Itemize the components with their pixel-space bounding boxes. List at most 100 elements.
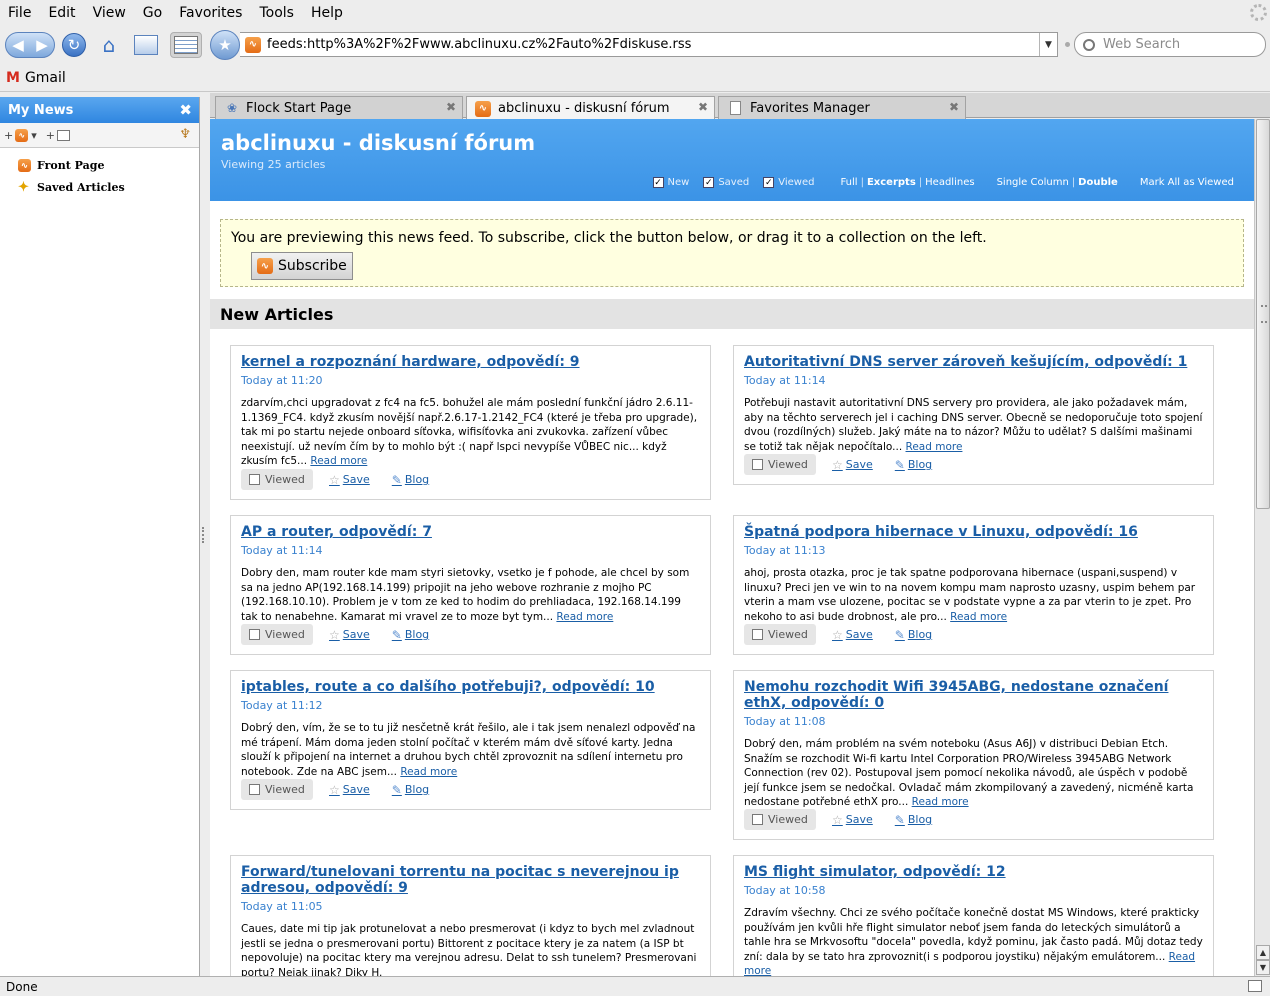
add-feed-button[interactable]: + ∿ ▾ bbox=[4, 128, 37, 142]
web-search-box[interactable] bbox=[1074, 32, 1266, 57]
address-bar[interactable]: ∿ feeds:http%3A%2F%2Fwww.abclinuxu.cz%2F… bbox=[240, 32, 1058, 57]
filter-saved[interactable]: ✓ Saved bbox=[703, 177, 749, 188]
article-title[interactable]: iptables, route a co dalšího potřebuji?,… bbox=[241, 679, 700, 695]
save-link[interactable]: ☆ Save bbox=[329, 473, 370, 487]
menu-favorites[interactable]: Favorites bbox=[174, 5, 247, 21]
bookmark-gmail[interactable]: Gmail bbox=[25, 70, 66, 86]
sidebar-tools-icon[interactable]: ♆ bbox=[179, 127, 191, 142]
blog-link[interactable]: ✎ Blog bbox=[895, 813, 932, 827]
read-more-link[interactable]: Read more bbox=[310, 455, 367, 467]
web-clipboard-button[interactable] bbox=[170, 32, 202, 58]
search-input[interactable] bbox=[1103, 37, 1263, 52]
article-title[interactable]: Nemohu rozchodit Wifi 3945ABG, nedostane… bbox=[744, 679, 1203, 711]
back-arrow-icon[interactable]: ◀ bbox=[12, 36, 24, 54]
subscribe-button[interactable]: ∿ Subscribe bbox=[251, 252, 353, 280]
scroll-thumb[interactable] bbox=[1256, 119, 1270, 509]
viewed-toggle[interactable]: Viewed bbox=[744, 624, 816, 645]
tab-flock-start-page[interactable]: ❀ Flock Start Page ✖ bbox=[215, 96, 463, 119]
article-excerpt-text: Dobry den, mam router kde mam styri siet… bbox=[241, 567, 690, 623]
article-time: Today at 11:05 bbox=[241, 900, 323, 913]
blog-link[interactable]: ✎ Blog bbox=[392, 628, 429, 642]
save-link[interactable]: ☆ Save bbox=[832, 813, 873, 827]
add-folder-button[interactable]: + bbox=[46, 129, 70, 142]
article-title[interactable]: kernel a rozpoznání hardware, odpovědí: … bbox=[241, 354, 700, 370]
url-input[interactable]: feeds:http%3A%2F%2Fwww.abclinuxu.cz%2Fau… bbox=[267, 37, 691, 52]
sidebar-splitter[interactable] bbox=[200, 97, 210, 976]
feed-icon[interactable]: ∿ bbox=[245, 36, 261, 53]
checkbox-icon[interactable] bbox=[249, 474, 260, 485]
reload-button[interactable]: ↻ bbox=[60, 32, 88, 58]
checkbox-icon[interactable]: ✓ bbox=[763, 177, 775, 188]
feed-icon: ∿ bbox=[475, 100, 491, 117]
checkbox-icon[interactable] bbox=[249, 784, 260, 795]
scroll-down-icon[interactable]: ▼ bbox=[1256, 960, 1270, 975]
filter-viewed[interactable]: ✓ Viewed bbox=[763, 177, 814, 188]
save-link[interactable]: ☆ Save bbox=[832, 458, 873, 472]
mark-all-viewed-link[interactable]: Mark All as Viewed bbox=[1140, 177, 1234, 188]
viewed-toggle[interactable]: Viewed bbox=[241, 469, 313, 490]
blog-link[interactable]: ✎ Blog bbox=[392, 783, 429, 797]
close-icon[interactable]: ✖ bbox=[949, 100, 959, 114]
read-more-link[interactable]: Read more bbox=[556, 611, 613, 623]
single-column-link[interactable]: Single Column bbox=[997, 177, 1069, 188]
grip-icon[interactable] bbox=[202, 527, 207, 543]
menu-file[interactable]: File bbox=[3, 5, 36, 21]
close-icon[interactable]: ✖ bbox=[698, 100, 708, 114]
save-label: Save bbox=[342, 628, 370, 641]
tab-abclinuxu[interactable]: ∿ abclinuxu - diskusní fórum ✖ bbox=[466, 96, 715, 120]
view-headlines-link[interactable]: Headlines bbox=[925, 177, 974, 188]
menu-tools[interactable]: Tools bbox=[254, 5, 299, 21]
article-title[interactable]: Forward/tunelovani torrentu na pocitac s… bbox=[241, 864, 700, 896]
search-icon[interactable] bbox=[1083, 38, 1095, 51]
close-icon[interactable]: ✖ bbox=[179, 101, 192, 119]
article-title[interactable]: AP a router, odpovědí: 7 bbox=[241, 524, 700, 540]
checkbox-icon[interactable]: ✓ bbox=[703, 177, 715, 188]
menu-edit[interactable]: Edit bbox=[43, 5, 80, 21]
close-icon[interactable]: ✖ bbox=[446, 100, 456, 114]
vertical-scrollbar[interactable]: ▲ ▼ bbox=[1254, 119, 1270, 976]
checkbox-icon[interactable] bbox=[752, 629, 763, 640]
viewed-toggle[interactable]: Viewed bbox=[744, 809, 816, 830]
menu-view[interactable]: View bbox=[88, 5, 131, 21]
save-link[interactable]: ☆ Save bbox=[329, 783, 370, 797]
view-mode-group: Full | Excerpts | Headlines bbox=[840, 177, 974, 188]
scroll-up-icon[interactable]: ▲ bbox=[1256, 945, 1270, 960]
star-icon: ★ bbox=[218, 36, 232, 54]
section-heading: New Articles bbox=[210, 299, 1254, 329]
url-dropdown-icon[interactable]: ▼ bbox=[1039, 33, 1057, 56]
viewed-toggle[interactable]: Viewed bbox=[744, 454, 816, 475]
read-more-link[interactable]: Read more bbox=[906, 441, 963, 453]
blog-link[interactable]: ✎ Blog bbox=[895, 628, 932, 642]
forward-arrow-icon[interactable]: ▶ bbox=[36, 36, 48, 54]
save-link[interactable]: ☆ Save bbox=[329, 628, 370, 642]
read-more-link[interactable]: Read more bbox=[950, 611, 1007, 623]
checkbox-icon[interactable]: ✓ bbox=[652, 177, 664, 188]
article-title[interactable]: MS flight simulator, odpovědí: 12 bbox=[744, 864, 1203, 880]
menu-help[interactable]: Help bbox=[306, 5, 348, 21]
blog-label: Blog bbox=[907, 628, 933, 641]
view-excerpts-link[interactable]: Excerpts bbox=[867, 177, 916, 188]
article-title[interactable]: Špatná podpora hibernace v Linuxu, odpov… bbox=[744, 524, 1203, 540]
blog-link[interactable]: ✎ Blog bbox=[392, 473, 429, 487]
blog-link[interactable]: ✎ Blog bbox=[895, 458, 932, 472]
filter-new[interactable]: ✓ New bbox=[652, 177, 689, 188]
tab-favorites-manager[interactable]: Favorites Manager ✖ bbox=[718, 96, 966, 119]
viewed-toggle[interactable]: Viewed bbox=[241, 624, 313, 645]
read-more-link[interactable]: Read more bbox=[400, 766, 457, 778]
save-link[interactable]: ☆ Save bbox=[832, 628, 873, 642]
checkbox-icon[interactable] bbox=[752, 459, 763, 470]
article-title[interactable]: Autoritativní DNS server zároveň kešujíc… bbox=[744, 354, 1203, 370]
menu-go[interactable]: Go bbox=[138, 5, 167, 21]
viewed-toggle[interactable]: Viewed bbox=[241, 779, 313, 800]
double-column-link[interactable]: Double bbox=[1078, 177, 1118, 188]
checkbox-icon[interactable] bbox=[249, 629, 260, 640]
checkbox-icon[interactable] bbox=[752, 814, 763, 825]
sidebar-item-front-page[interactable]: ∿ Front Page bbox=[0, 154, 199, 176]
home-button[interactable]: ⌂ bbox=[95, 32, 123, 58]
photo-uploader-button[interactable] bbox=[132, 32, 160, 58]
read-more-link[interactable]: Read more bbox=[912, 796, 969, 808]
favorite-star-button[interactable]: ★ bbox=[210, 30, 240, 60]
view-full-link[interactable]: Full bbox=[840, 177, 857, 188]
sidebar-item-saved-articles[interactable]: ✦ Saved Articles bbox=[0, 176, 199, 198]
status-icon bbox=[1248, 980, 1262, 992]
